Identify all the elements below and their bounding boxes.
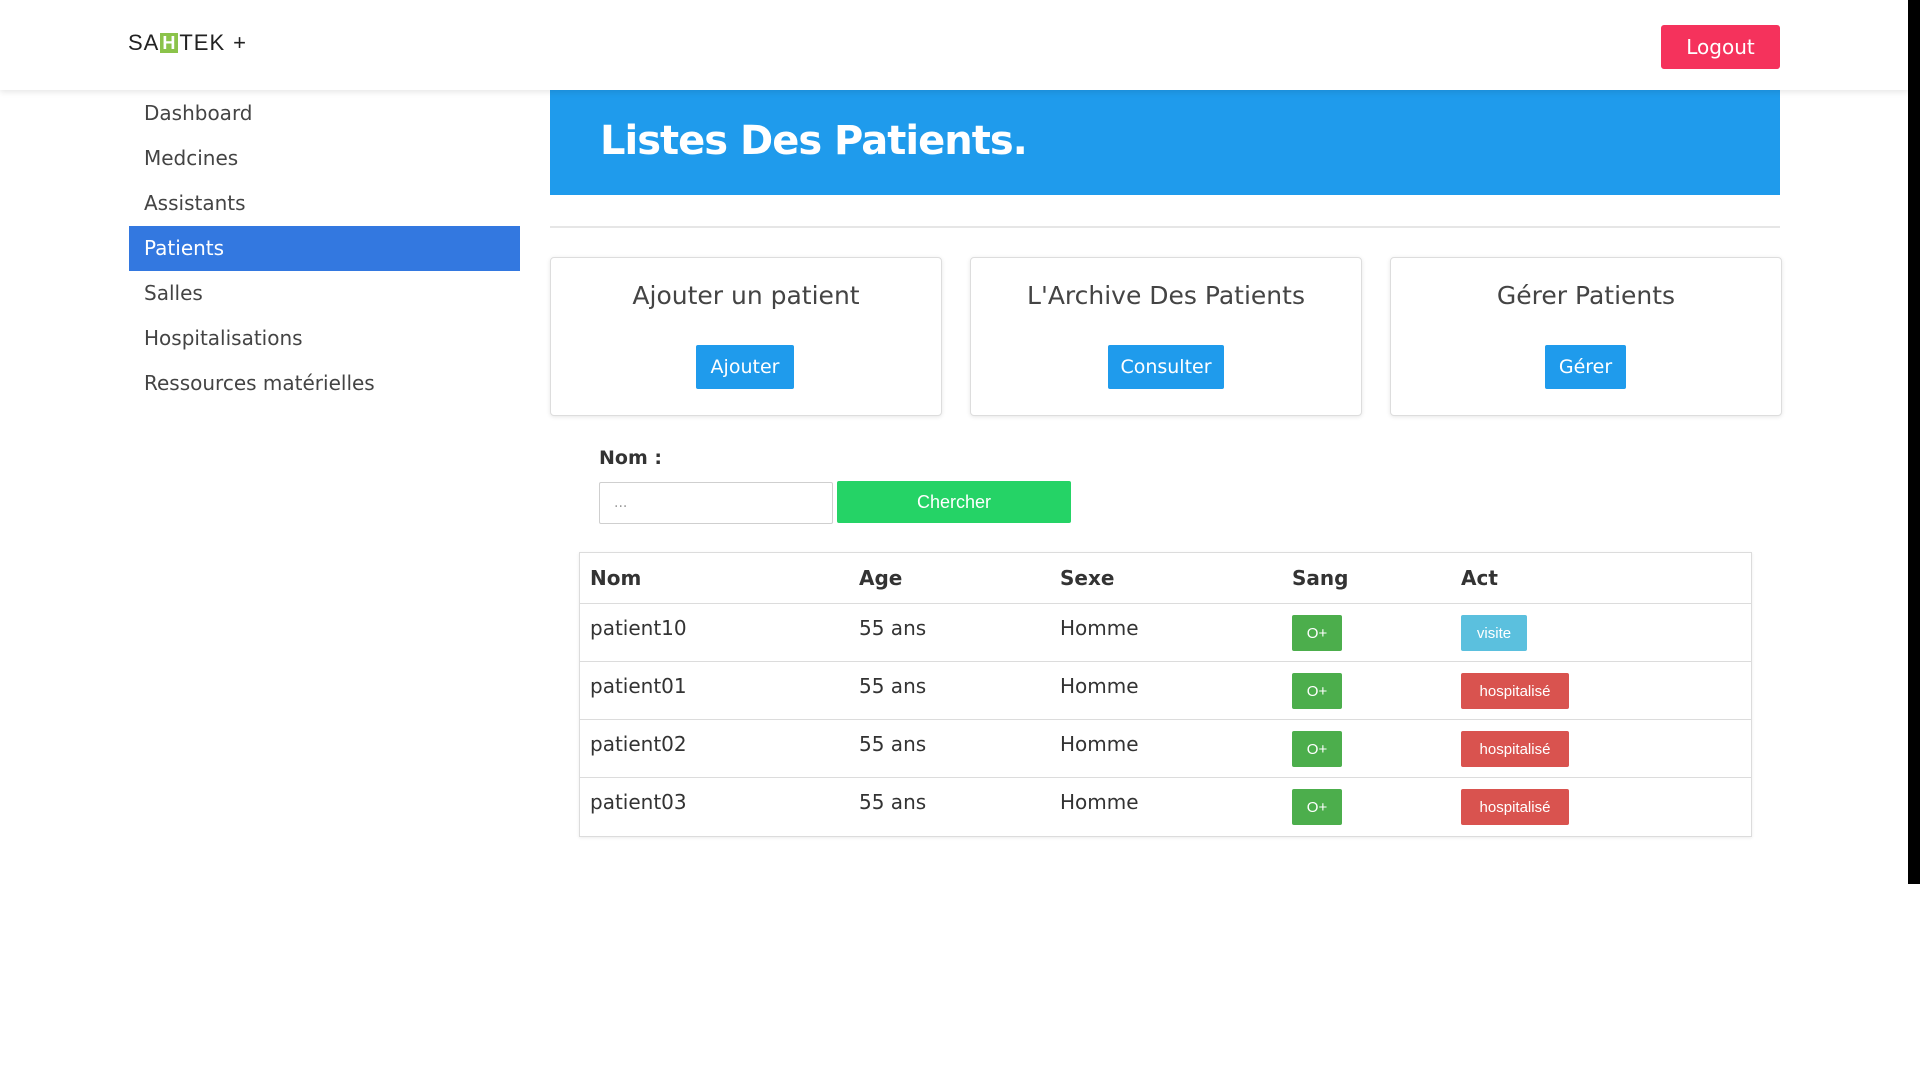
cell-nom: patient03 xyxy=(580,777,849,836)
column-header-sang: Sang xyxy=(1292,566,1349,590)
cell-sang: O+ xyxy=(1282,719,1451,778)
cell-sexe: Homme xyxy=(1050,661,1282,720)
cell-age: 55 ans xyxy=(849,603,1050,662)
card-add-patient: Ajouter un patient Ajouter xyxy=(550,257,942,416)
table-row: patient01 55 ans Homme O+ hospitalisé xyxy=(580,661,1751,720)
act-hospitalise-button[interactable]: hospitalisé xyxy=(1461,789,1569,825)
cell-sexe: Homme xyxy=(1050,777,1282,836)
sidebar-item-dashboard[interactable]: Dashboard xyxy=(129,91,520,136)
brand-logo[interactable]: SA H TEK + xyxy=(128,30,247,56)
sidebar-item-salles[interactable]: Salles xyxy=(129,271,520,316)
blood-type-badge[interactable]: O+ xyxy=(1292,673,1342,709)
blood-type-badge[interactable]: O+ xyxy=(1292,731,1342,767)
search-label: Nom : xyxy=(599,447,662,469)
column-header-act: Act xyxy=(1461,566,1498,590)
patients-table: Nom Age Sexe Sang Act patient10 55 ans H… xyxy=(579,552,1752,837)
table-row: patient02 55 ans Homme O+ hospitalisé xyxy=(580,719,1751,778)
act-hospitalise-button[interactable]: hospitalisé xyxy=(1461,731,1569,767)
sidebar: Dashboard Medcines Assistants Patients S… xyxy=(129,91,520,406)
manage-patients-button[interactable]: Gérer xyxy=(1545,345,1626,389)
add-patient-button[interactable]: Ajouter xyxy=(696,345,794,389)
act-hospitalise-button[interactable]: hospitalisé xyxy=(1461,673,1569,709)
cell-act: hospitalisé xyxy=(1451,777,1751,836)
cell-sexe: Homme xyxy=(1050,603,1282,662)
card-manage: Gérer Patients Gérer xyxy=(1390,257,1782,416)
logout-button[interactable]: Logout xyxy=(1661,25,1780,69)
cell-sang: O+ xyxy=(1282,603,1451,662)
card-archive: L'Archive Des Patients Consulter xyxy=(970,257,1362,416)
brand-text-right: TEK xyxy=(179,30,226,55)
blood-type-badge[interactable]: O+ xyxy=(1292,789,1342,825)
cell-act: hospitalisé xyxy=(1451,661,1751,720)
cell-sang: O+ xyxy=(1282,777,1451,836)
card-title-archive: L'Archive Des Patients xyxy=(1027,281,1305,310)
column-header-age: Age xyxy=(859,566,903,590)
page-title: Listes Des Patients. xyxy=(600,118,1028,164)
table-row: patient10 55 ans Homme O+ visite xyxy=(580,603,1751,662)
act-visite-button[interactable]: visite xyxy=(1461,615,1527,651)
blood-type-badge[interactable]: O+ xyxy=(1292,615,1342,651)
brand-plus: + xyxy=(233,30,248,55)
cell-age: 55 ans xyxy=(849,777,1050,836)
sidebar-item-assistants[interactable]: Assistants xyxy=(129,181,520,226)
cell-nom: patient02 xyxy=(580,719,849,778)
brand-text-left: SA xyxy=(128,30,160,55)
cell-act: hospitalisé xyxy=(1451,719,1751,778)
cell-nom: patient01 xyxy=(580,661,849,720)
cell-age: 55 ans xyxy=(849,661,1050,720)
sidebar-item-hospitalisations[interactable]: Hospitalisations xyxy=(129,316,520,361)
cell-nom: patient10 xyxy=(580,603,849,662)
search-button[interactable]: Chercher xyxy=(837,481,1071,523)
header-divider xyxy=(550,226,1780,228)
sidebar-item-patients[interactable]: Patients xyxy=(129,226,520,271)
cell-sexe: Homme xyxy=(1050,719,1282,778)
window-edge xyxy=(1908,0,1920,884)
search-input[interactable] xyxy=(599,482,833,524)
cell-age: 55 ans xyxy=(849,719,1050,778)
cell-sang: O+ xyxy=(1282,661,1451,720)
sidebar-item-medcines[interactable]: Medcines xyxy=(129,136,520,181)
top-navbar: SA H TEK + Logout xyxy=(0,0,1908,90)
consult-archive-button[interactable]: Consulter xyxy=(1108,345,1224,389)
table-header-row: Nom Age Sexe Sang Act xyxy=(580,553,1751,604)
page-header-banner: Listes Des Patients. xyxy=(550,90,1780,195)
column-header-sexe: Sexe xyxy=(1060,566,1115,590)
column-header-nom: Nom xyxy=(590,566,642,590)
brand-highlight-letter: H xyxy=(160,33,179,53)
table-row: patient03 55 ans Homme O+ hospitalisé xyxy=(580,777,1751,836)
card-title-manage: Gérer Patients xyxy=(1496,281,1676,310)
card-title-add: Ajouter un patient xyxy=(632,281,860,310)
cell-act: visite xyxy=(1451,603,1751,662)
sidebar-item-ressources[interactable]: Ressources matérielles xyxy=(129,361,520,406)
